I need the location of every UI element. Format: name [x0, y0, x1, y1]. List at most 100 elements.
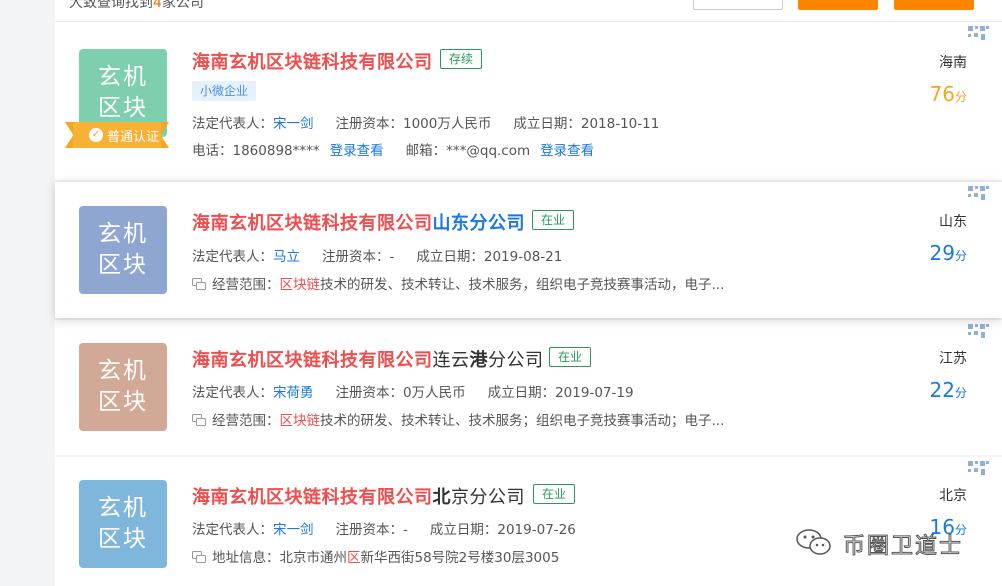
scope-text: 技术的研发、技术转让、技术服务，组织电子竞技赛事活动，电子...	[320, 277, 725, 293]
email-value: ***@qq.com	[446, 143, 531, 159]
legal-person-link[interactable]: 宋一剑	[273, 116, 314, 132]
region-label: 江苏	[939, 351, 967, 367]
check-icon: ✓	[89, 128, 103, 142]
date-label: 成立日期：	[416, 249, 484, 265]
legal-label: 法定代表人：	[192, 522, 273, 538]
info-row: 法定代表人：马立 注册资本：- 成立日期：2019-08-21	[192, 245, 562, 265]
legal-label: 法定代表人：	[192, 249, 273, 265]
summary-suffix: 家公司	[161, 0, 204, 11]
chat-icon	[192, 414, 206, 426]
email-label: 邮箱：	[405, 143, 447, 159]
capital-value: 1000万人民币	[403, 116, 492, 132]
capital-value: 0万人民币	[403, 385, 466, 401]
company-name-branch-a[interactable]: 北	[433, 487, 452, 508]
company-name-branch-c[interactable]: 分公司	[488, 350, 544, 371]
company-card[interactable]: 玄机 区块 海南玄机区块链科技有限公司北京分公司 在业 法定代表人：宋一剑 注册资…	[55, 457, 1002, 586]
company-name-main[interactable]: 海南玄机区块链科技有限公司	[192, 213, 433, 234]
badge-label: 普通认证	[107, 130, 160, 145]
watermark: 币圈卫道士	[795, 525, 995, 561]
score-unit: 分	[954, 249, 967, 263]
company-name-branch-b[interactable]: 港	[470, 350, 489, 371]
score: 22分	[930, 378, 967, 402]
qr-corner-icon[interactable]	[966, 184, 990, 202]
phone-value: 1860898****	[232, 143, 320, 159]
company-card[interactable]: 玄机 区块 ✓ 普通认证 海南玄机区块链科技有限公司 存续 小微企业 法定代表人…	[55, 22, 1002, 180]
address-text-b: 新华西街58号院2号楼30层3005	[360, 550, 560, 566]
company-logo: 玄机 区块	[79, 480, 167, 568]
legal-label: 法定代表人：	[192, 116, 273, 132]
score: 76分	[930, 82, 967, 106]
logo-text-line1: 玄机	[98, 64, 148, 90]
scope-label: 经营范围：	[212, 413, 280, 429]
company-name[interactable]: 海南玄机区块链科技有限公司	[192, 48, 433, 74]
company-name-main[interactable]: 海南玄机区块链科技有限公司	[192, 487, 433, 508]
summary-count: 4	[153, 0, 162, 11]
company-name-branch-a[interactable]: 连云	[433, 350, 470, 371]
company-card[interactable]: 玄机 区块 海南玄机区块链科技有限公司连云港分公司 在业 法定代表人：宋荷勇 注册…	[55, 320, 1002, 455]
address-label: 地址信息：	[212, 550, 280, 566]
date-value: 2018-10-11	[580, 116, 660, 132]
phone-login-link[interactable]: 登录查看	[330, 143, 384, 159]
company-name[interactable]: 海南玄机区块链科技有限公司连云港分公司	[192, 346, 544, 372]
company-card[interactable]: 玄机 区块 海南玄机区块链科技有限公司山东分公司 在业 法定代表人：马立 注册资本…	[55, 182, 1002, 318]
results-header: 大致查询找到4家公司	[55, 0, 1002, 22]
legal-person-link[interactable]: 宋荷勇	[273, 385, 314, 401]
capital-label: 注册资本：	[335, 522, 404, 538]
scope-text: 技术的研发、技术转让、技术服务；组织电子竞技赛事活动；电子...	[320, 413, 725, 429]
date-label: 成立日期：	[513, 116, 581, 132]
results-summary: 大致查询找到4家公司	[69, 0, 204, 12]
date-label: 成立日期：	[487, 385, 556, 401]
contact-row: 电话：1860898**** 登录查看 邮箱：***@qq.com 登录查看	[192, 139, 594, 159]
legal-label: 法定代表人：	[192, 385, 273, 401]
legal-person-link[interactable]: 马立	[273, 249, 300, 265]
chat-icon	[192, 551, 206, 563]
download-button[interactable]	[894, 0, 974, 10]
date-value: 2019-08-21	[483, 249, 563, 265]
company-name-text[interactable]: 海南玄机区块链科技有限公司	[192, 52, 433, 73]
capital-value: -	[389, 249, 395, 265]
capital-label: 注册资本：	[335, 116, 404, 132]
export-button[interactable]	[798, 0, 878, 10]
phone-label: 电话：	[192, 143, 233, 159]
capital-value: -	[403, 522, 408, 538]
company-name-branch-b[interactable]: 京分公司	[451, 487, 525, 508]
date-value: 2019-07-19	[555, 385, 634, 401]
company-name[interactable]: 海南玄机区块链科技有限公司北京分公司	[192, 483, 525, 509]
size-tag: 小微企业	[192, 81, 257, 101]
capital-label: 注册资本：	[322, 249, 390, 265]
score-value: 29	[929, 241, 955, 265]
info-row: 法定代表人：宋一剑 注册资本：- 成立日期：2019-07-26	[192, 518, 576, 538]
company-name-main[interactable]: 海南玄机区块链科技有限公司	[192, 350, 433, 371]
status-badge: 在业	[533, 484, 576, 504]
email-login-link[interactable]: 登录查看	[540, 143, 594, 159]
scope-highlight: 区块链	[279, 413, 321, 429]
status-badge: 在业	[532, 210, 575, 230]
score-unit: 分	[954, 90, 967, 104]
score: 29分	[930, 241, 967, 265]
summary-prefix: 大致查询找到	[69, 0, 153, 11]
date-value: 2019-07-26	[497, 522, 576, 538]
score-value: 76	[929, 82, 955, 106]
certification-badge: ✓ 普通认证	[65, 122, 169, 148]
company-logo: 玄机 区块	[79, 206, 167, 294]
status-badge: 在业	[549, 347, 592, 367]
scope-row: 经营范围：区块链技术的研发、技术转让、技术服务，组织电子竞技赛事活动，电子...	[192, 273, 724, 293]
qr-corner-icon[interactable]	[966, 459, 990, 477]
logo-text-line1: 玄机	[98, 358, 148, 384]
address-highlight: 区	[347, 550, 361, 566]
info-row: 法定代表人：宋荷勇 注册资本：0万人民币 成立日期：2019-07-19	[192, 381, 634, 401]
company-name[interactable]: 海南玄机区块链科技有限公司山东分公司	[192, 209, 525, 235]
company-logo: 玄机 区块	[79, 343, 167, 431]
scope-label: 经营范围：	[212, 277, 280, 293]
scope-row: 经营范围：区块链技术的研发、技术转让、技术服务；组织电子竞技赛事活动；电子...	[192, 409, 724, 429]
logo-text-line2: 区块	[98, 252, 148, 278]
qr-corner-icon[interactable]	[966, 24, 990, 42]
logo-text-line2: 区块	[98, 95, 148, 121]
company-name-branch[interactable]: 山东分公司	[433, 213, 526, 234]
address-row: 地址信息：北京市通州区新华西街58号院2号楼30层3005	[192, 546, 559, 566]
legal-person-link[interactable]: 宋一剑	[273, 522, 314, 538]
status-badge: 存续	[440, 49, 483, 69]
logo-text-line1: 玄机	[98, 221, 148, 247]
filter-button[interactable]	[693, 0, 783, 10]
qr-corner-icon[interactable]	[966, 322, 990, 340]
